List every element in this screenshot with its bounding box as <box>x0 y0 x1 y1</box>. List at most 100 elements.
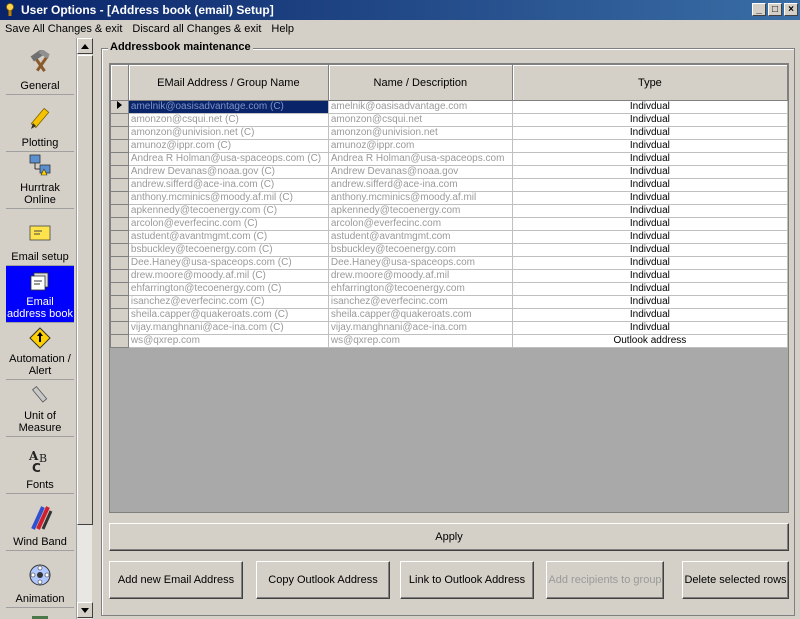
cell-name[interactable]: drew.moore@moody.af.mil <box>327 269 513 283</box>
cell-type[interactable]: Indivdual <box>511 204 788 218</box>
cell-type[interactable]: Indivdual <box>511 282 788 296</box>
row-header[interactable] <box>110 230 129 244</box>
cell-type[interactable]: Indivdual <box>511 126 788 140</box>
cell-name[interactable]: apkennedy@tecoenergy.com <box>327 204 513 218</box>
sidebar-item-animation[interactable]: Animation <box>6 551 74 608</box>
sidebar-item-automation-alert[interactable]: Automation / Alert <box>6 323 74 380</box>
cell-email[interactable]: amelnik@oasisadvantage.com (C) <box>127 100 329 114</box>
cell-name[interactable]: Andrea R Holman@usa-spaceops.com <box>327 152 513 166</box>
cell-type[interactable]: Indivdual <box>511 308 788 322</box>
cell-type[interactable]: Indivdual <box>511 139 788 153</box>
cell-name[interactable]: isanchez@everfecinc.com <box>327 295 513 309</box>
row-header[interactable] <box>110 243 129 257</box>
row-header[interactable] <box>110 139 129 153</box>
row-header[interactable] <box>110 217 129 231</box>
cell-email[interactable]: drew.moore@moody.af.mil (C) <box>127 269 329 283</box>
address-grid[interactable]: EMail Address / Group Name Name / Descri… <box>109 63 789 513</box>
cell-name[interactable]: arcolon@everfecinc.com <box>327 217 513 231</box>
sidebar-item-email-address-book[interactable]: Email address book <box>6 266 74 323</box>
table-row[interactable]: Dee.Haney@usa-spaceops.com (C) Dee.Haney@… <box>110 256 788 270</box>
cell-email[interactable]: ws@qxrep.com <box>127 334 329 348</box>
row-header[interactable] <box>110 113 129 127</box>
row-header[interactable] <box>110 269 129 283</box>
row-header[interactable] <box>110 100 129 114</box>
cell-name[interactable]: amelnik@oasisadvantage.com <box>327 100 513 114</box>
table-row[interactable]: bsbuckley@tecoenergy.com (C) bsbuckley@te… <box>110 243 788 257</box>
cell-email[interactable]: Andrea R Holman@usa-spaceops.com (C) <box>127 152 329 166</box>
cell-name[interactable]: amonzon@csqui.net <box>327 113 513 127</box>
cell-type[interactable]: Indivdual <box>511 178 788 192</box>
row-header[interactable] <box>110 308 129 322</box>
column-header-email[interactable]: EMail Address / Group Name <box>127 64 329 101</box>
apply-button[interactable]: Apply <box>109 523 789 551</box>
table-row[interactable]: astudent@avantmgmt.com (C) astudent@avant… <box>110 230 788 244</box>
table-row[interactable]: anthony.mcminics@moody.af.mil (C) anthony… <box>110 191 788 205</box>
menu-save-all[interactable]: Save All Changes & exit <box>0 23 127 35</box>
cell-email[interactable]: Dee.Haney@usa-spaceops.com (C) <box>127 256 329 270</box>
cell-name[interactable]: Dee.Haney@usa-spaceops.com <box>327 256 513 270</box>
sidebar-item-unit-of-measure[interactable]: Unit of Measure <box>6 380 74 437</box>
table-row[interactable]: drew.moore@moody.af.mil (C) drew.moore@mo… <box>110 269 788 283</box>
sidebar-item-hurrtrak-online[interactable]: Hurrtrak Online <box>6 152 74 209</box>
table-row[interactable]: ehfarrington@tecoenergy.com (C) ehfarring… <box>110 282 788 296</box>
row-header[interactable] <box>110 204 129 218</box>
cell-type[interactable]: Indivdual <box>511 243 788 257</box>
table-row[interactable]: amonzon@univision.net (C) amonzon@univisi… <box>110 126 788 140</box>
cell-type[interactable]: Outlook address <box>511 334 788 348</box>
cell-type[interactable]: Indivdual <box>511 230 788 244</box>
scrollbar-thumb[interactable] <box>77 55 93 525</box>
row-header[interactable] <box>110 321 129 335</box>
sidebar-item-partial[interactable] <box>6 608 74 619</box>
sidebar-item-plotting[interactable]: Plotting <box>6 95 74 152</box>
row-header[interactable] <box>110 165 129 179</box>
sidebar-item-wind-band[interactable]: Wind Band <box>6 494 74 551</box>
cell-type[interactable]: Indivdual <box>511 321 788 335</box>
table-row[interactable]: arcolon@everfecinc.com (C) arcolon@everfe… <box>110 217 788 231</box>
cell-email[interactable]: Andrew Devanas@noaa.gov (C) <box>127 165 329 179</box>
sidebar-item-fonts[interactable]: ABC Fonts <box>6 437 74 494</box>
minimize-button[interactable]: _ <box>752 3 766 16</box>
cell-type[interactable]: Indivdual <box>511 217 788 231</box>
table-row[interactable]: amonzon@csqui.net (C) amonzon@csqui.net In… <box>110 113 788 127</box>
cell-type[interactable]: Indivdual <box>511 165 788 179</box>
cell-type[interactable]: Indivdual <box>511 256 788 270</box>
cell-name[interactable]: ws@qxrep.com <box>327 334 513 348</box>
sidebar-item-general[interactable]: General <box>6 38 74 95</box>
link-outlook-address-button[interactable]: Link to Outlook Address <box>400 561 534 599</box>
cell-email[interactable]: apkennedy@tecoenergy.com (C) <box>127 204 329 218</box>
cell-email[interactable]: ehfarrington@tecoenergy.com (C) <box>127 282 329 296</box>
cell-email[interactable]: anthony.mcminics@moody.af.mil (C) <box>127 191 329 205</box>
cell-email[interactable]: sheila.capper@quakeroats.com (C) <box>127 308 329 322</box>
cell-name[interactable]: Andrew Devanas@noaa.gov <box>327 165 513 179</box>
column-header-name[interactable]: Name / Description <box>327 64 513 101</box>
delete-selected-rows-button[interactable]: Delete selected rows <box>682 561 789 599</box>
row-header[interactable] <box>110 178 129 192</box>
sidebar-item-email-setup[interactable]: Email setup <box>6 209 74 266</box>
cell-name[interactable]: astudent@avantmgmt.com <box>327 230 513 244</box>
cell-email[interactable]: astudent@avantmgmt.com (C) <box>127 230 329 244</box>
table-row[interactable]: amelnik@oasisadvantage.com (C) amelnik@oa… <box>110 100 788 114</box>
cell-name[interactable]: amonzon@univision.net <box>327 126 513 140</box>
scroll-up-arrow-icon[interactable] <box>77 38 93 54</box>
close-button[interactable]: × <box>784 3 798 16</box>
cell-type[interactable]: Indivdual <box>511 191 788 205</box>
table-row[interactable]: andrew.sifferd@ace-ina.com (C) andrew.sif… <box>110 178 788 192</box>
cell-email[interactable]: andrew.sifferd@ace-ina.com (C) <box>127 178 329 192</box>
copy-outlook-address-button[interactable]: Copy Outlook Address <box>256 561 390 599</box>
row-header[interactable] <box>110 152 129 166</box>
cell-email[interactable]: amonzon@csqui.net (C) <box>127 113 329 127</box>
table-row[interactable]: amunoz@ippr.com (C) amunoz@ippr.com Indivd… <box>110 139 788 153</box>
table-row[interactable]: apkennedy@tecoenergy.com (C) apkennedy@te… <box>110 204 788 218</box>
cell-email[interactable]: isanchez@everfecinc.com (C) <box>127 295 329 309</box>
row-header[interactable] <box>110 334 129 348</box>
row-header[interactable] <box>110 126 129 140</box>
cell-type[interactable]: Indivdual <box>511 269 788 283</box>
cell-name[interactable]: anthony.mcminics@moody.af.mil <box>327 191 513 205</box>
cell-email[interactable]: vijay.manghnani@ace-ina.com (C) <box>127 321 329 335</box>
table-row[interactable]: sheila.capper@quakeroats.com (C) sheila.c… <box>110 308 788 322</box>
add-new-email-button[interactable]: Add new Email Address <box>109 561 243 599</box>
cell-name[interactable]: ehfarrington@tecoenergy.com <box>327 282 513 296</box>
table-row[interactable]: ws@qxrep.com ws@qxrep.com Outlook address <box>110 334 788 348</box>
table-row[interactable]: Andrea R Holman@usa-spaceops.com (C) Andr… <box>110 152 788 166</box>
table-row[interactable]: isanchez@everfecinc.com (C) isanchez@ever… <box>110 295 788 309</box>
